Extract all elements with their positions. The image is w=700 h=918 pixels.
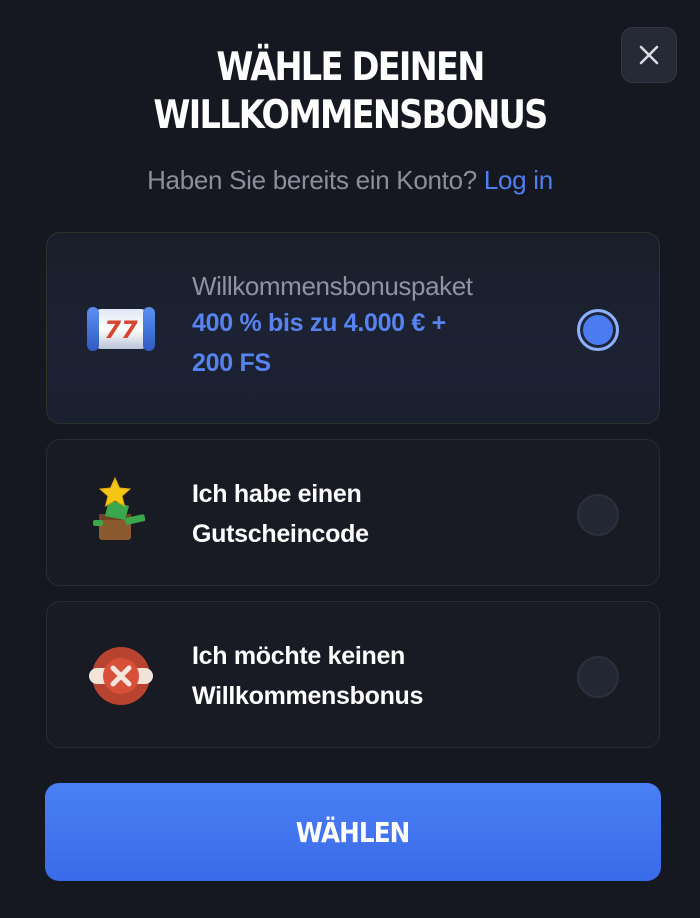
option-title: Ich möchte keinen Willkommensbonus	[192, 636, 522, 716]
gift-box-star-icon	[93, 476, 146, 540]
welcome-bonus-modal: WÄHLE DEINEN WILLKOMMENSBONUS Haben Sie …	[0, 0, 700, 918]
option-welcome-package[interactable]: 77 Willkommensbonuspaket 400 % bis zu 4.…	[46, 232, 660, 424]
slot-reel-777-icon: 77	[87, 307, 155, 351]
option-no-bonus[interactable]: Ich möchte keinen Willkommensbonus	[46, 601, 660, 748]
option-title-line-1: Ich habe einen	[192, 480, 362, 508]
option-voucher-text: Ich habe einen Gutscheincode	[192, 474, 522, 554]
svg-text:77: 77	[104, 316, 138, 344]
modal-title: WÄHLE DEINEN WILLKOMMENSBONUS	[49, 44, 651, 140]
bonus-value-line-2: 200 FS	[192, 349, 271, 377]
choose-button[interactable]: WÄHLEN	[45, 783, 661, 881]
option-title-line-2: Gutscheincode	[192, 520, 369, 548]
option-title-line-2: Willkommensbonus	[192, 682, 424, 710]
bonus-value-line-1: 400 % bis zu 4.000 € +	[192, 309, 446, 337]
option-title-line-1: Ich möchte keinen	[192, 642, 406, 670]
option-title: Ich habe einen Gutscheincode	[192, 474, 522, 554]
radio-selected[interactable]	[577, 309, 619, 351]
title-line-1: WÄHLE DEINEN	[216, 45, 485, 90]
no-bonus-cross-icon	[89, 647, 153, 705]
choose-button-label: WÄHLEN	[296, 815, 411, 849]
radio-unselected[interactable]	[577, 656, 619, 698]
option-welcome-package-text: Willkommensbonuspaket 400 % bis zu 4.000…	[192, 269, 522, 383]
login-link[interactable]: Log in	[484, 165, 553, 195]
radio-unselected[interactable]	[577, 494, 619, 536]
login-prompt-text: Haben Sie bereits ein Konto?	[147, 165, 477, 195]
option-voucher-code[interactable]: Ich habe einen Gutscheincode	[46, 439, 660, 586]
option-no-bonus-text: Ich möchte keinen Willkommensbonus	[192, 636, 522, 716]
login-prompt: Haben Sie bereits ein Konto? Log in	[0, 165, 700, 195]
option-bonus-value: 400 % bis zu 4.000 € + 200 FS	[192, 303, 522, 383]
title-line-2: WILLKOMMENSBONUS	[153, 93, 548, 138]
option-label: Willkommensbonuspaket	[192, 271, 473, 301]
